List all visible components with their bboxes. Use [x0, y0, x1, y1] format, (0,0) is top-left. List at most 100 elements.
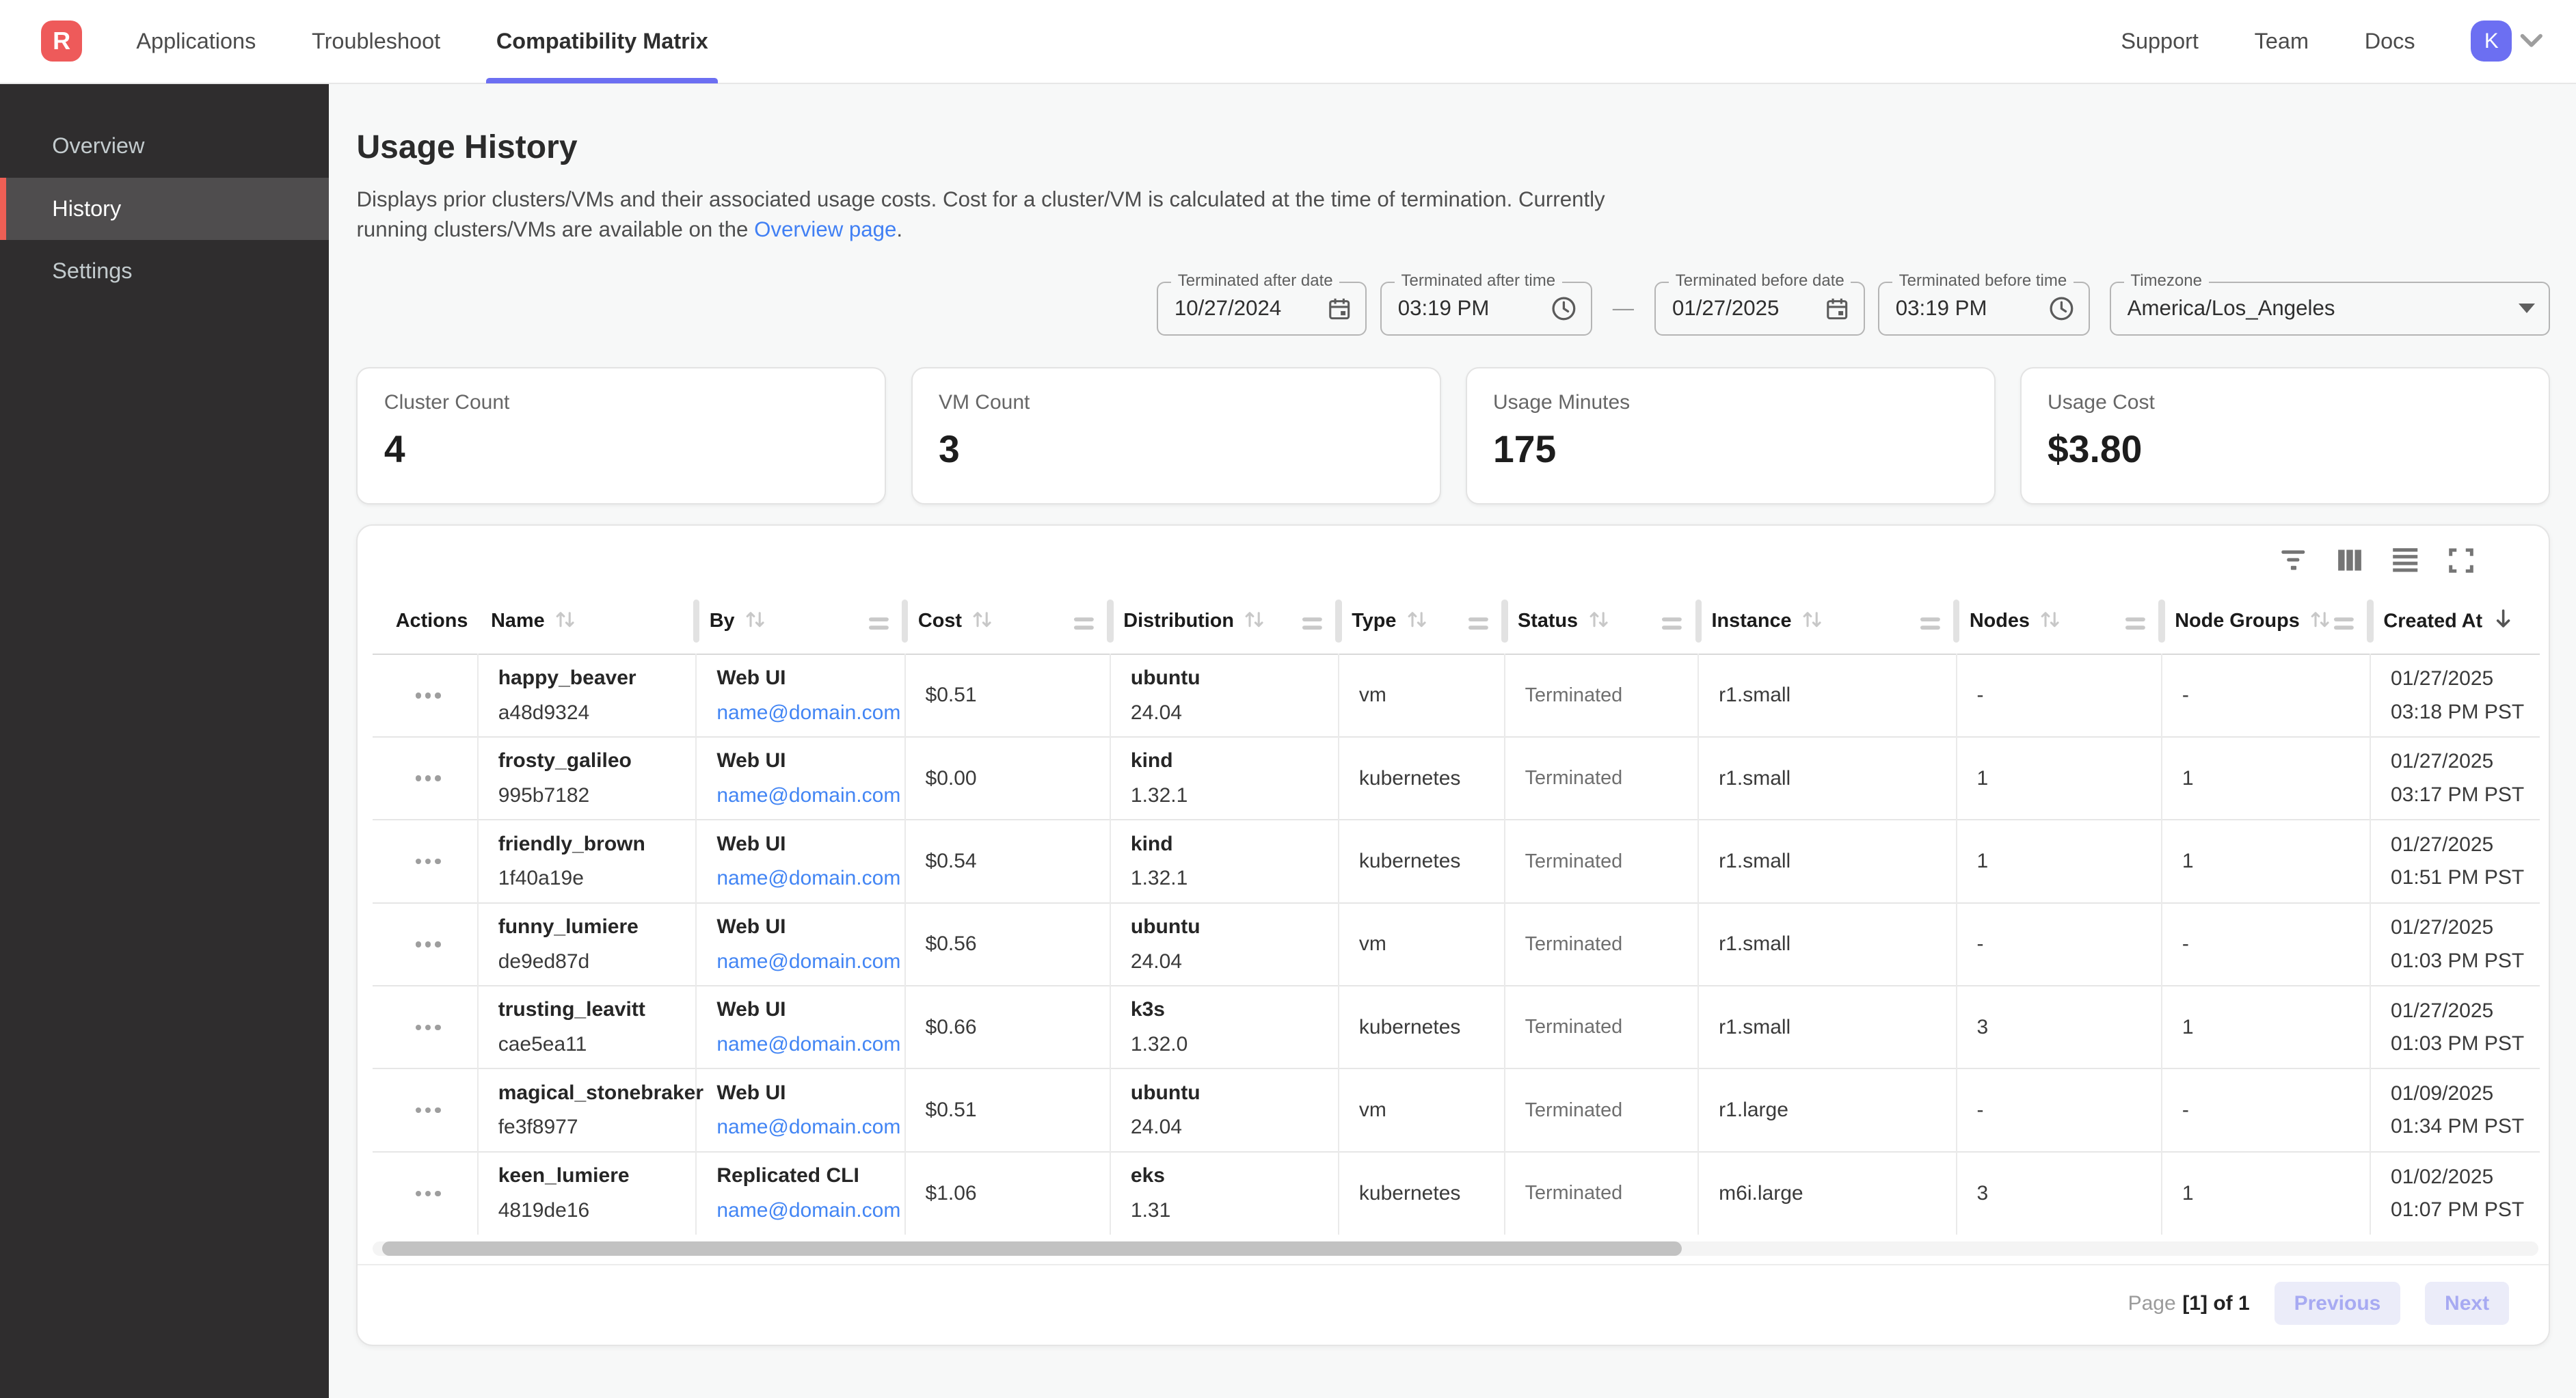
next-page-button[interactable]: Next [2425, 1282, 2509, 1325]
user-menu[interactable]: K [2471, 21, 2543, 62]
column-menu-icon[interactable] [1074, 615, 1094, 637]
sort-icon[interactable] [554, 610, 576, 628]
column-resize-handle[interactable] [693, 600, 700, 642]
terminated-after-date-field[interactable]: Terminated after date 10/27/2024 [1157, 282, 1367, 336]
column-header-status[interactable]: Status [1505, 589, 1699, 654]
column-menu-icon[interactable] [1920, 615, 1940, 637]
column-header-name[interactable]: Name [478, 589, 697, 654]
column-resize-handle[interactable] [1335, 600, 1342, 642]
column-menu-icon[interactable] [869, 615, 889, 637]
sort-icon[interactable] [1801, 610, 1823, 628]
row-actions-button[interactable] [392, 1069, 464, 1151]
column-resize-handle[interactable] [1953, 600, 1960, 642]
column-menu-icon[interactable] [1468, 615, 1488, 637]
row-actions-button[interactable] [392, 655, 464, 736]
fullscreen-icon[interactable] [2447, 547, 2476, 573]
column-header-by[interactable]: By [696, 589, 904, 654]
nav-link-team[interactable]: Team [2255, 29, 2309, 54]
column-menu-icon[interactable] [2125, 615, 2145, 637]
timezone-select[interactable]: Timezone America/Los_Angeles [2110, 282, 2550, 336]
table-row: funny_lumierede9ed87dWeb UIname@domain.c… [373, 903, 2540, 986]
row-actions-button[interactable] [392, 904, 464, 985]
sort-icon[interactable] [1588, 610, 1609, 628]
nav-item-compatibility-matrix[interactable]: Compatibility Matrix [468, 0, 736, 83]
sort-icon[interactable] [2309, 610, 2331, 628]
sort-icon[interactable] [1244, 610, 1265, 628]
row-actions-button[interactable] [392, 1153, 464, 1235]
column-resize-handle[interactable] [2158, 600, 2165, 642]
column-menu-icon[interactable] [1302, 615, 1322, 637]
column-resize-handle[interactable] [2367, 600, 2374, 642]
density-icon[interactable] [2391, 547, 2420, 573]
usage-table-card: ActionsNameByCostDistributionTypeStatusI… [356, 524, 2549, 1346]
sort-icon[interactable] [971, 610, 993, 628]
created-by-email-link[interactable]: name@domain.com [716, 1033, 891, 1056]
column-header-created[interactable]: Created At [2370, 589, 2540, 654]
nav-item-troubleshoot[interactable]: Troubleshoot [284, 0, 468, 83]
created-by-email-link[interactable]: name@domain.com [716, 784, 891, 807]
scrollbar-thumb[interactable] [382, 1241, 1682, 1256]
replicated-logo[interactable]: R [41, 21, 82, 62]
clock-icon[interactable] [1550, 295, 1578, 323]
column-header-distribution[interactable]: Distribution [1110, 589, 1339, 654]
column-header-type[interactable]: Type [1339, 589, 1505, 654]
created-by-email-link[interactable]: name@domain.com [716, 1199, 891, 1222]
created-by-email-link[interactable]: name@domain.com [716, 950, 891, 973]
column-header-node_groups[interactable]: Node Groups [2162, 589, 2370, 654]
column-header-instance[interactable]: Instance [1698, 589, 1956, 654]
sort-desc-icon[interactable] [2493, 609, 2514, 629]
cluster-id: fe3f8977 [498, 1116, 683, 1139]
field-label: Terminated before date [1669, 271, 1851, 291]
created-by-source: Web UI [716, 915, 891, 939]
nav-item-applications[interactable]: Applications [109, 0, 284, 83]
column-resize-handle[interactable] [1695, 600, 1702, 642]
row-actions-button[interactable] [392, 986, 464, 1068]
row-actions-button[interactable] [392, 738, 464, 819]
nav-link-docs[interactable]: Docs [2365, 29, 2415, 54]
sort-icon[interactable] [2039, 610, 2061, 628]
cell-nodes: - [1957, 1068, 2162, 1151]
cell-actions [373, 1152, 478, 1235]
cell-name: trusting_leavittcae5ea11 [478, 986, 697, 1068]
sidebar-item-overview[interactable]: Overview [0, 115, 329, 177]
stat-card-cluster-count: Cluster Count 4 [356, 367, 886, 505]
cluster-id: 1f40a19e [498, 867, 683, 890]
clock-icon[interactable] [2048, 295, 2076, 323]
status-badge: Terminated [1525, 767, 1685, 790]
cell-by: Web UIname@domain.com [696, 986, 904, 1068]
sidebar-item-history[interactable]: History [0, 178, 329, 240]
cell-actions [373, 986, 478, 1068]
type-value: vm [1359, 932, 1491, 956]
calendar-icon[interactable] [1824, 295, 1850, 321]
cell-name: frosty_galileo995b7182 [478, 737, 697, 820]
terminated-after-time-field[interactable]: Terminated after time 03:19 PM [1380, 282, 1592, 336]
row-actions-button[interactable] [392, 820, 464, 902]
columns-icon[interactable] [2335, 547, 2364, 573]
column-menu-icon[interactable] [2334, 615, 2354, 637]
column-header-actions: Actions [373, 589, 478, 654]
filter-icon[interactable] [2279, 547, 2309, 573]
cell-distribution: ubuntu24.04 [1110, 654, 1339, 737]
created-by-email-link[interactable]: name@domain.com [716, 867, 891, 890]
sort-icon[interactable] [1406, 610, 1427, 628]
created-by-email-link[interactable]: name@domain.com [716, 1116, 891, 1139]
cell-actions [373, 654, 478, 737]
column-header-nodes[interactable]: Nodes [1957, 589, 2162, 654]
column-resize-handle[interactable] [1501, 600, 1508, 642]
terminated-before-time-field[interactable]: Terminated before time 03:19 PM [1878, 282, 2090, 336]
sort-icon[interactable] [744, 610, 766, 628]
terminated-before-date-field[interactable]: Terminated before date 01/27/2025 [1654, 282, 1865, 336]
stat-card-usage-minutes: Usage Minutes 175 [1466, 367, 1996, 505]
column-header-cost[interactable]: Cost [905, 589, 1110, 654]
table-row: happy_beavera48d9324Web UIname@domain.co… [373, 654, 2540, 737]
column-menu-icon[interactable] [1662, 615, 1682, 637]
calendar-icon[interactable] [1326, 295, 1352, 321]
sidebar-item-settings[interactable]: Settings [0, 240, 329, 302]
column-resize-handle[interactable] [902, 600, 909, 642]
previous-page-button[interactable]: Previous [2275, 1282, 2400, 1325]
created-by-email-link[interactable]: name@domain.com [716, 701, 891, 725]
nav-link-support[interactable]: Support [2121, 29, 2199, 54]
column-resize-handle[interactable] [1107, 600, 1114, 642]
instance-value: r1.small [1719, 767, 1942, 790]
overview-page-link[interactable]: Overview page [754, 217, 896, 241]
